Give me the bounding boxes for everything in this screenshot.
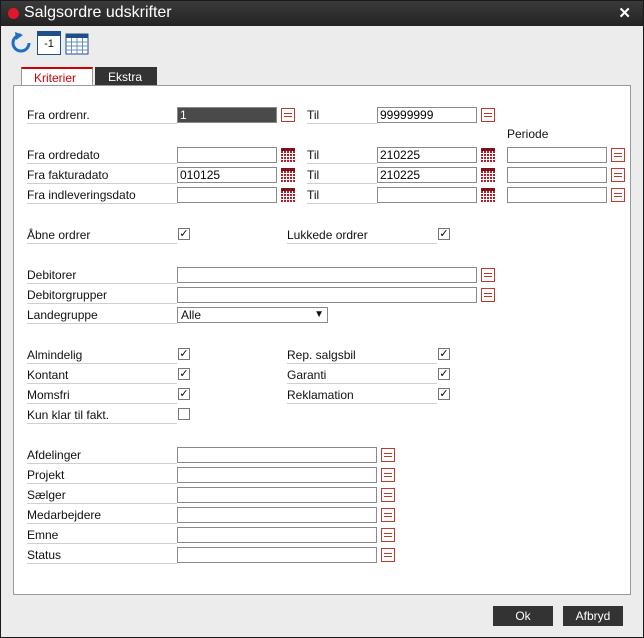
calendar-grid-icon[interactable]: [65, 31, 89, 55]
reklamation-checkbox[interactable]: ✓: [438, 388, 450, 400]
landegruppe-label: Landegruppe: [27, 308, 177, 324]
til-indleveringsdato-input[interactable]: [377, 187, 477, 203]
lukkede-ordrer-label: Lukkede ordrer: [287, 228, 437, 244]
garanti-label: Garanti: [287, 368, 437, 384]
kontant-checkbox[interactable]: ✓: [178, 368, 190, 380]
lukkede-ordrer-checkbox[interactable]: ✓: [438, 228, 450, 240]
fra-ordredato-input[interactable]: [177, 147, 277, 163]
til-ordredato-calendar-icon[interactable]: [481, 148, 495, 162]
saelger-label: Sælger: [27, 488, 177, 504]
calendar-minus-one-icon[interactable]: -1: [37, 31, 61, 55]
periode-indleveringsdato-input[interactable]: [507, 187, 607, 203]
kun-klar-label: Kun klar til fakt.: [27, 408, 177, 424]
saelger-lookup-icon[interactable]: [381, 488, 395, 502]
fra-fakturadato-label: Fra fakturadato: [27, 168, 177, 184]
debitorer-lookup-icon[interactable]: [481, 268, 495, 282]
status-lookup-icon[interactable]: [381, 548, 395, 562]
projekt-input[interactable]: [177, 467, 377, 483]
fra-ordrenr-input[interactable]: [177, 107, 277, 123]
fra-fakturadato-calendar-icon[interactable]: [281, 168, 295, 182]
landegruppe-selected-value: Alle: [181, 308, 202, 322]
tab-kriterier[interactable]: Kriterier: [21, 67, 93, 85]
til-ordredato-label: Til: [307, 148, 377, 164]
til-fakturadato-label: Til: [307, 168, 377, 184]
periode-ordredato-input[interactable]: [507, 147, 607, 163]
momsfri-label: Momsfri: [27, 388, 177, 404]
almindelig-checkbox[interactable]: ✓: [178, 348, 190, 360]
rep-salgsbil-checkbox[interactable]: ✓: [438, 348, 450, 360]
til-ordrenr-label: Til: [307, 108, 377, 124]
medarbejdere-lookup-icon[interactable]: [381, 508, 395, 522]
dialog-window: Salgsordre udskrifter ✕ -1 Kriterier Eks…: [0, 0, 644, 638]
status-label: Status: [27, 548, 177, 564]
fra-ordrenr-label: Fra ordrenr.: [27, 108, 177, 124]
saelger-input[interactable]: [177, 487, 377, 503]
til-ordrenr-input[interactable]: [377, 107, 477, 123]
chevron-down-icon: ▼: [314, 309, 324, 320]
kontant-label: Kontant: [27, 368, 177, 384]
afdelinger-lookup-icon[interactable]: [381, 448, 395, 462]
periode-ordredato-lookup-icon[interactable]: [611, 148, 625, 162]
emne-input[interactable]: [177, 527, 377, 543]
close-button[interactable]: ✕: [618, 4, 631, 22]
periode-fakturadato-lookup-icon[interactable]: [611, 168, 625, 182]
almindelig-label: Almindelig: [27, 348, 177, 364]
periode-fakturadato-input[interactable]: [507, 167, 607, 183]
emne-label: Emne: [27, 528, 177, 544]
debitorgrupper-input[interactable]: [177, 287, 477, 303]
fra-indleveringsdato-label: Fra indleveringsdato: [27, 188, 177, 204]
til-fakturadato-input[interactable]: [377, 167, 477, 183]
criteria-panel: Fra ordrenr. Til Periode Fra ordredato T…: [13, 85, 631, 595]
debitorgrupper-lookup-icon[interactable]: [481, 288, 495, 302]
tab-ekstra[interactable]: Ekstra: [95, 67, 157, 85]
periode-indleveringsdato-lookup-icon[interactable]: [611, 188, 625, 202]
medarbejdere-label: Medarbejdere: [27, 508, 177, 524]
fra-fakturadato-input[interactable]: [177, 167, 277, 183]
momsfri-checkbox[interactable]: ✓: [178, 388, 190, 400]
fra-ordrenr-lookup-icon[interactable]: [281, 108, 295, 122]
landegruppe-select[interactable]: Alle ▼: [177, 307, 328, 323]
debitorer-label: Debitorer: [27, 268, 177, 284]
title-bar[interactable]: Salgsordre udskrifter ✕: [1, 1, 643, 26]
til-indleveringsdato-calendar-icon[interactable]: [481, 188, 495, 202]
medarbejdere-input[interactable]: [177, 507, 377, 523]
emne-lookup-icon[interactable]: [381, 528, 395, 542]
fra-ordredato-label: Fra ordredato: [27, 148, 177, 164]
til-indleveringsdato-label: Til: [307, 188, 377, 204]
afdelinger-input[interactable]: [177, 447, 377, 463]
rep-salgsbil-label: Rep. salgsbil: [287, 348, 437, 364]
fra-indleveringsdato-calendar-icon[interactable]: [281, 188, 295, 202]
aabne-ordrer-label: Åbne ordrer: [27, 228, 177, 244]
calendar-minus-one-label: -1: [44, 38, 54, 50]
debitorgrupper-label: Debitorgrupper: [27, 288, 177, 304]
cancel-button[interactable]: Afbryd: [563, 606, 623, 626]
til-ordrenr-lookup-icon[interactable]: [481, 108, 495, 122]
ok-button[interactable]: Ok: [493, 606, 553, 626]
garanti-checkbox[interactable]: ✓: [438, 368, 450, 380]
status-input[interactable]: [177, 547, 377, 563]
refresh-icon[interactable]: [9, 31, 33, 55]
reklamation-label: Reklamation: [287, 388, 437, 404]
kun-klar-checkbox[interactable]: [178, 408, 190, 420]
til-fakturadato-calendar-icon[interactable]: [481, 168, 495, 182]
projekt-lookup-icon[interactable]: [381, 468, 395, 482]
fra-ordredato-calendar-icon[interactable]: [281, 148, 295, 162]
debitorer-input[interactable]: [177, 267, 477, 283]
projekt-label: Projekt: [27, 468, 177, 484]
periode-label: Periode: [507, 127, 549, 141]
app-status-icon: [8, 8, 19, 19]
til-ordredato-input[interactable]: [377, 147, 477, 163]
aabne-ordrer-checkbox[interactable]: ✓: [178, 228, 190, 240]
afdelinger-label: Afdelinger: [27, 448, 177, 464]
fra-indleveringsdato-input[interactable]: [177, 187, 277, 203]
window-title: Salgsordre udskrifter: [24, 4, 172, 21]
